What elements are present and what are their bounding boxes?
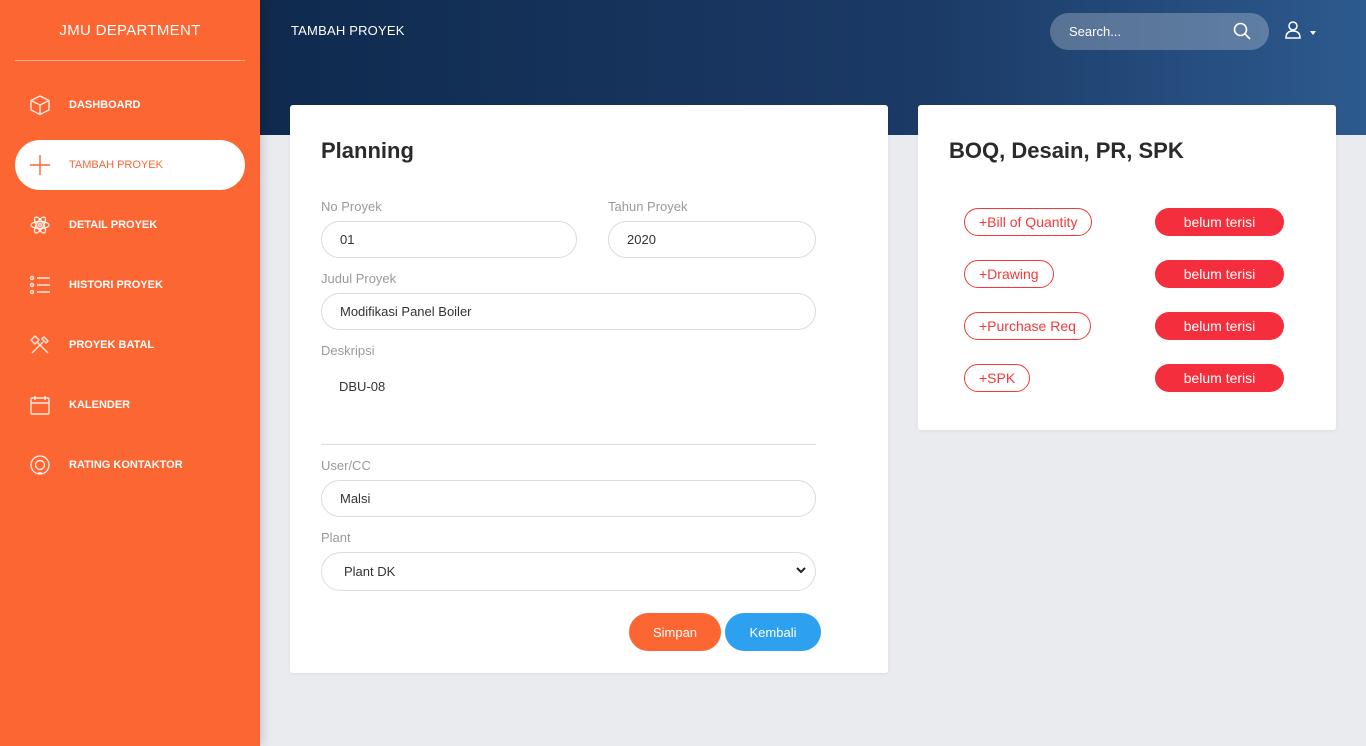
plant-select[interactable]: Plant DK [321, 552, 816, 591]
planning-card: Planning No Proyek Tahun Proyek Judul Pr… [290, 105, 888, 673]
no-proyek-label: No Proyek [321, 199, 382, 214]
add-bill-of-quantity-link[interactable]: +Bill of Quantity [964, 208, 1093, 236]
sidebar-item-label: KALENDER [69, 399, 131, 411]
tools-icon [28, 333, 52, 357]
no-proyek-input[interactable] [321, 221, 577, 258]
search-input[interactable] [1069, 24, 1229, 39]
tahun-proyek-label: Tahun Proyek [608, 199, 688, 214]
box-icon [28, 93, 52, 117]
add-spk-link[interactable]: +SPK [964, 364, 1031, 392]
status-badge: belum terisi [1155, 364, 1284, 392]
sidebar-item-label: RATING KONTAKTOR [69, 459, 183, 471]
tahun-proyek-input[interactable] [608, 221, 816, 258]
list-item: +Purchase Req belum terisi [964, 312, 1284, 340]
user-menu[interactable] [1285, 21, 1316, 44]
user-icon[interactable] [1285, 21, 1301, 44]
deskripsi-label: Deskripsi [321, 343, 375, 358]
add-drawing-link[interactable]: +Drawing [964, 260, 1054, 288]
boq-title: BOQ, Desain, PR, SPK [949, 138, 1184, 163]
kembali-button[interactable]: Kembali [725, 613, 821, 651]
status-badge: belum terisi [1155, 260, 1284, 288]
user-cc-input[interactable] [321, 480, 816, 517]
sidebar-item-label: DASHBOARD [69, 99, 141, 111]
page-title: TAMBAH PROYEK [291, 23, 405, 38]
status-badge: belum terisi [1155, 312, 1284, 340]
simpan-button[interactable]: Simpan [629, 613, 721, 651]
list-item: +SPK belum terisi [964, 364, 1284, 392]
sidebar-nav: DASHBOARD TAMBAH PROYEK DETAIL PROYEK HI… [0, 80, 260, 490]
chevron-down-icon[interactable] [1310, 30, 1316, 35]
sidebar: JMU DEPARTMENT DASHBOARD TAMBAH PROYEK D… [0, 0, 260, 746]
search-bar[interactable] [1050, 13, 1269, 50]
sidebar-item-detail-proyek[interactable]: DETAIL PROYEK [15, 200, 245, 250]
search-icon[interactable] [1233, 22, 1251, 45]
deskripsi-textarea[interactable]: DBU-08 [321, 361, 816, 445]
sidebar-item-histori-proyek[interactable]: HISTORI PROYEK [15, 260, 245, 310]
sidebar-item-label: PROYEK BATAL [69, 339, 155, 351]
sidebar-item-kalender[interactable]: KALENDER [15, 380, 245, 430]
boq-card: BOQ, Desain, PR, SPK +Bill of Quantity b… [918, 105, 1336, 430]
list-item: +Drawing belum terisi [964, 260, 1284, 288]
atom-icon [28, 213, 52, 237]
plant-label: Plant [321, 530, 351, 545]
sidebar-item-label: TAMBAH PROYEK [69, 159, 163, 171]
plant-selected-value: Plant DK [344, 564, 396, 579]
sidebar-item-label: HISTORI PROYEK [69, 279, 163, 291]
planning-title: Planning [321, 138, 414, 163]
badge-icon [28, 453, 52, 477]
sidebar-item-rating-kontaktor[interactable]: RATING KONTAKTOR [15, 440, 245, 490]
brand-title: JMU DEPARTMENT [15, 0, 245, 61]
user-cc-label: User/CC [321, 458, 371, 473]
judul-proyek-label: Judul Proyek [321, 271, 397, 286]
sidebar-item-tambah-proyek[interactable]: TAMBAH PROYEK [15, 140, 245, 190]
list-icon [28, 273, 52, 297]
list-item: +Bill of Quantity belum terisi [964, 208, 1284, 236]
plus-icon [28, 153, 52, 177]
calendar-icon [28, 393, 52, 417]
sidebar-item-dashboard[interactable]: DASHBOARD [15, 80, 245, 130]
status-badge: belum terisi [1155, 208, 1284, 236]
judul-proyek-input[interactable] [321, 293, 816, 330]
chevron-down-icon [795, 564, 807, 579]
add-purchase-req-link[interactable]: +Purchase Req [964, 312, 1091, 340]
sidebar-item-proyek-batal[interactable]: PROYEK BATAL [15, 320, 245, 370]
sidebar-item-label: DETAIL PROYEK [69, 219, 158, 231]
